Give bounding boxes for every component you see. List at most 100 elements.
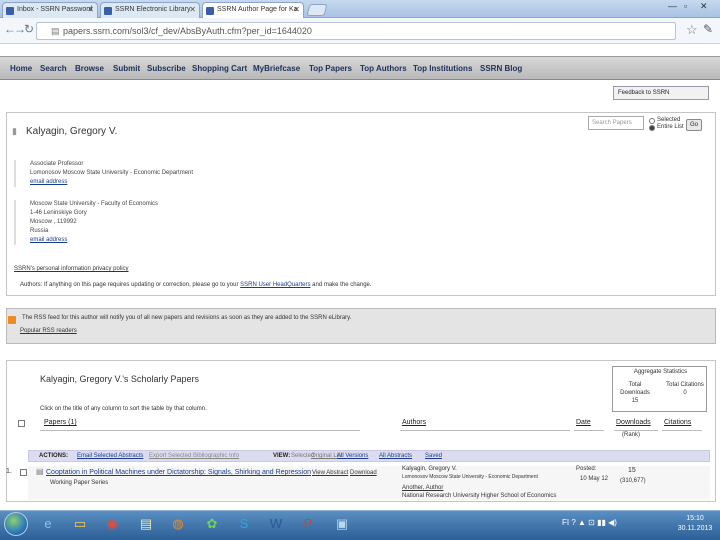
divider (400, 430, 570, 431)
notepad-icon[interactable]: ▤ (134, 513, 158, 535)
view-all-versions[interactable]: All Versions (337, 453, 368, 459)
paper-title-link[interactable]: Cooptation in Political Machines under D… (46, 469, 311, 476)
firefox-icon[interactable]: ◍ (166, 513, 190, 535)
nav-mybriefcase[interactable]: MyBriefcase (253, 64, 300, 73)
skype-icon[interactable]: S (232, 513, 256, 535)
rss-panel (6, 308, 716, 344)
aff-address-3: Russia (30, 228, 49, 234)
tab-author-page[interactable]: SSRN Author Page for Ka ✕ (202, 2, 304, 18)
maximize-button[interactable]: ▫ (684, 1, 687, 11)
close-window-button[interactable]: ✕ (700, 1, 708, 12)
nav-submit[interactable]: Submit (113, 64, 140, 73)
mail-icon (6, 7, 14, 15)
col-authors[interactable]: Authors (402, 419, 426, 426)
internet-explorer-icon[interactable]: e (36, 513, 60, 535)
nav-top-authors[interactable]: Top Authors (360, 64, 407, 73)
rss-readers-link[interactable]: Popular RSS readers (20, 328, 77, 334)
powerpoint-icon[interactable]: P (296, 513, 320, 535)
tab-inbox[interactable]: Inbox - SSRN Password ✕ (2, 2, 98, 18)
wrench-icon[interactable]: ✎ (703, 22, 713, 36)
nav-browse[interactable]: Browse (75, 64, 104, 73)
view-abstract-link[interactable]: View Abstract (312, 470, 348, 476)
col-date[interactable]: Date (576, 419, 591, 426)
total-citations: Total Citations 0 (665, 381, 705, 397)
col-downloads[interactable]: Downloads (616, 419, 651, 426)
email-selected-link[interactable]: Email Selected Abstracts (77, 453, 143, 459)
rank-label: (Rank) (622, 432, 641, 438)
author-name: Kalyagin, Gregory V. (26, 126, 118, 137)
rss-text: The RSS feed for this author will notify… (22, 315, 352, 321)
nav-subscribe[interactable]: Subscribe (147, 64, 186, 73)
picture-viewer-icon[interactable]: ▣ (330, 513, 354, 535)
export-selected-link[interactable]: Export Selected Bibliographic Info (149, 453, 239, 459)
sort-instruction: Click on the title of any column to sort… (40, 406, 207, 412)
paper-series: Working Paper Series (50, 480, 109, 486)
row-number: 1. (6, 468, 12, 475)
close-icon[interactable]: ✕ (293, 5, 300, 14)
browser-tab-bar: Inbox - SSRN Password ✕ SSRN Electronic … (0, 0, 720, 18)
ssrn-icon (206, 7, 214, 15)
radio-selected[interactable] (649, 118, 655, 124)
affiliation-2: Moscow State University - Faculty of Eco… (14, 200, 158, 245)
clock[interactable]: 15:10 30.11.2013 (672, 514, 718, 534)
system-tray[interactable]: FI ? ▲ ⊡ ▮▮ ◀) (562, 518, 617, 527)
ssrn-nav-bar: Home Search Browse Submit Subscribe Shop… (0, 56, 720, 80)
view-label: VIEW: (273, 453, 291, 459)
divider (614, 430, 658, 431)
affiliation-1: Associate Professor Lomonosov Moscow Sta… (14, 160, 193, 187)
row-coauthor-link[interactable]: Another, Author (402, 485, 443, 491)
aff-address-1: 1-46 Leninskiye Gory (30, 210, 87, 216)
downloads-value: 15 (631, 398, 639, 404)
user-hq-link[interactable]: SSRN User HeadQuarters (240, 282, 310, 288)
search-papers-input[interactable]: Search Papers (588, 116, 644, 130)
nav-shopping-cart[interactable]: Shopping Cart (192, 64, 247, 73)
address-bar: ← → ↻ ▤ papers.ssrn.com/sol3/cf_dev/AbsB… (0, 18, 720, 44)
clock-time: 15:10 (686, 515, 704, 522)
row-checkbox[interactable] (20, 469, 27, 476)
radio-entire-label: Entire List (657, 124, 684, 130)
rss-icon[interactable] (8, 316, 16, 324)
tab-ssrn-library[interactable]: SSRN Electronic Library ✕ (100, 2, 200, 18)
nav-home[interactable]: Home (10, 64, 32, 73)
citations-label: Total Citations (666, 382, 704, 388)
icq-icon[interactable]: ✿ (200, 513, 224, 535)
word-icon[interactable]: W (264, 513, 288, 535)
action-bar: ACTIONS: Email Selected Abstracts Export… (28, 450, 710, 462)
nav-top-papers[interactable]: Top Papers (309, 64, 352, 73)
bookmark-icon: ▮ (12, 126, 17, 136)
go-button[interactable]: Go (686, 119, 702, 131)
papers-title: Kalyagin, Gregory V.'s Scholarly Papers (40, 374, 199, 384)
feedback-link[interactable]: Feedback to SSRN (613, 86, 709, 100)
row-author-affiliation: Lomonosov Moscow State University - Econ… (402, 474, 538, 480)
windows-start-button[interactable] (4, 512, 28, 536)
tab-label: SSRN Electronic Library (115, 6, 191, 13)
chrome-icon[interactable]: ◉ (100, 513, 124, 535)
view-all-abstracts[interactable]: All Abstracts (379, 453, 412, 459)
close-icon[interactable]: ✕ (87, 5, 94, 14)
col-papers[interactable]: Papers (1) (44, 419, 77, 426)
authors-note-prefix: Authors: If anything on this page requir… (20, 282, 241, 288)
email-link[interactable]: email address (30, 236, 158, 245)
col-citations[interactable]: Citations (664, 419, 691, 426)
nav-search[interactable]: Search (40, 64, 67, 73)
select-all-checkbox[interactable] (18, 420, 25, 427)
row-date: 10 May 12 (580, 476, 609, 482)
authors-note-suffix: and make the change. (310, 282, 372, 288)
folder-icon[interactable]: ▭ (68, 513, 92, 535)
privacy-policy-link[interactable]: SSRN's personal information privacy poli… (14, 266, 129, 272)
close-icon[interactable]: ✕ (189, 5, 196, 14)
new-tab-button[interactable] (306, 4, 328, 16)
authors-note: Authors: If anything on this page requir… (20, 282, 372, 288)
minimize-button[interactable]: — (668, 1, 677, 11)
url-field[interactable]: ▤ papers.ssrn.com/sol3/cf_dev/AbsByAuth.… (36, 22, 676, 40)
reload-icon[interactable]: ↻ (24, 22, 34, 36)
nav-top-institutions[interactable]: Top Institutions (413, 64, 472, 73)
radio-entire-list[interactable] (649, 125, 655, 131)
view-saved[interactable]: Saved (425, 453, 442, 459)
download-link[interactable]: Download (350, 470, 377, 476)
bookmark-star-icon[interactable]: ☆ (686, 22, 698, 38)
email-link[interactable]: email address (30, 178, 193, 187)
nav-ssrn-blog[interactable]: SSRN Blog (480, 64, 522, 73)
citations-value: 0 (683, 390, 687, 396)
row-rank: (310,677) (620, 478, 646, 484)
